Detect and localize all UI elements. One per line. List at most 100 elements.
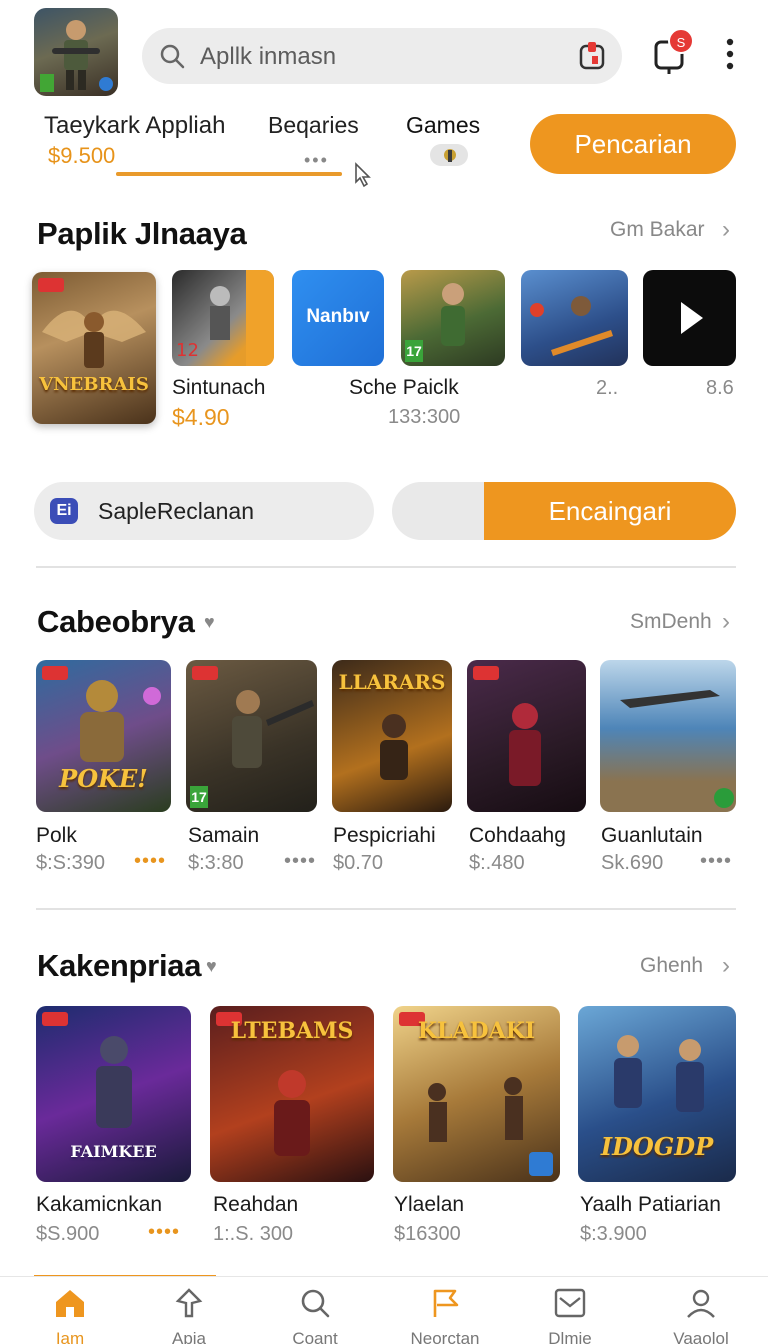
item-name: Polk [36,824,77,847]
game-tile[interactable] [521,270,628,366]
item-price: $:S:390 [36,852,105,874]
see-all-link[interactable]: Ghenh [640,954,703,978]
nav-item-profile[interactable]: Vaaolol [646,1287,756,1344]
app-store-icon[interactable] [578,40,608,77]
explore-button[interactable]: Encaingari [392,482,736,540]
item-price: $:.480 [469,852,525,874]
more-dots[interactable]: •••• [284,850,316,873]
section-title: Kakenpriaa [37,948,202,983]
nav-label: Coant [292,1329,338,1344]
progress-fill [116,172,342,176]
tile-title: FAIMKEE [70,1142,157,1161]
item-price: 1:.S. 300 [213,1223,294,1245]
nav-item-home[interactable]: Iam [15,1287,125,1344]
section-title: Paplik Jlnaaya [37,216,247,251]
item-price: 8.6 [706,377,734,399]
game-tile[interactable]: LTEBAMS [210,1006,374,1182]
heart-icon[interactable]: ♥ [204,612,215,633]
nav-label: Neorctan [410,1329,480,1344]
more-dots: ••• [304,150,329,170]
item-name: Pespicriahi [333,824,436,847]
item-price: $:3:80 [188,852,244,874]
game-tile[interactable] [600,660,736,812]
game-tile[interactable]: KLADAKI [393,1006,560,1182]
divider [36,566,736,568]
profile-icon [646,1287,756,1319]
game-tile[interactable]: FAIMKEE [36,1006,191,1182]
search-icon [260,1287,370,1319]
item-name: Kakamicnkan [36,1193,163,1216]
tile-title: Nanbıv [306,306,370,327]
game-tile[interactable]: POKE! [36,660,171,812]
featured-game-tile[interactable]: VNEBRAIS [32,272,156,424]
bottom-navigation: Iam Apia Coant Neorctan Dlmie Vaaolol [0,1276,768,1344]
game-tile[interactable]: IDOGDP [578,1006,736,1182]
chevron-right-icon[interactable]: › [722,608,730,636]
tab-categories[interactable]: Beqaries [268,112,359,139]
see-all-link[interactable]: Gm Bakar [610,218,705,242]
nav-item-flag[interactable]: Neorctan [390,1287,500,1344]
nav-label: Iam [55,1329,85,1344]
tile-title: IDOGDP [600,1132,714,1161]
heart-icon[interactable]: ♥ [206,956,217,977]
age-rating-badge: 17 [190,786,208,808]
nav-item-search[interactable]: Coant [260,1287,370,1344]
app-title: Taeykark Appliah [44,112,226,139]
search-button[interactable]: Pencarian [530,114,736,174]
explore-button-label: Encaingari [548,496,672,526]
item-name: Sche Paiclk [349,376,459,399]
pointer-icon [348,160,378,195]
age-rating-badge: 17 [405,340,423,362]
game-tile[interactable]: 17 [401,270,505,366]
search-icon [158,42,186,75]
item-price: Sk.690 [601,852,664,874]
nav-label: Vaaolol [673,1329,729,1344]
section-title: Cabeobrya [37,604,195,639]
more-dots[interactable]: •••• [700,850,732,873]
item-name: Samain [188,824,260,847]
game-tile[interactable] [467,660,586,812]
game-tile[interactable]: 17 [186,660,317,812]
item-name: Guanlutain [601,824,703,847]
tab-games[interactable]: Games [406,112,480,139]
recommendation-pill[interactable]: Ei SapleReclanan [34,482,374,540]
game-tile[interactable]: 12 [172,270,274,366]
item-price: $16300 [394,1223,461,1245]
home-icon [15,1287,125,1319]
item-price: $0.70 [333,852,384,874]
nav-item-mail[interactable]: Dlmie [515,1287,625,1344]
tile-title: POKE! [59,764,148,793]
divider [36,908,736,910]
games-toggle[interactable] [430,144,468,166]
item-price: 133:300 [388,406,461,428]
more-options-icon[interactable] [722,38,738,72]
svg-text:12: 12 [176,340,199,361]
nav-item-apps[interactable]: Apia [134,1287,244,1344]
see-all-link[interactable]: SmDenh [630,610,712,634]
item-price: 2.. [596,377,619,399]
item-name: Yaalh Patiarian [580,1193,721,1216]
more-dots[interactable]: •••• [134,850,166,873]
game-tile[interactable]: Nanbıv [292,270,384,366]
app-icon[interactable] [34,8,118,96]
chevron-right-icon[interactable]: › [722,216,730,244]
item-price: $:3.900 [580,1223,647,1245]
app-logo-icon: Ei [50,498,78,524]
game-tile[interactable]: LLARARS [332,660,452,812]
item-price: $4.90 [172,404,230,430]
chevron-right-icon[interactable]: › [722,952,730,980]
search-input[interactable]: Apllk inmasn [142,28,622,84]
app-price: $9.500 [48,143,116,168]
item-name: Cohdaahg [469,824,566,847]
item-name: Sintunach [172,376,266,399]
video-tile[interactable] [643,270,736,366]
recommendation-label: SapleReclanan [98,498,255,524]
pin-icon [134,1287,244,1319]
more-dots[interactable]: •••• [148,1221,180,1244]
notification-badge: S [668,28,694,54]
item-price: $S.900 [36,1223,100,1245]
flag-icon [390,1287,500,1319]
item-name: Reahdan [213,1193,299,1216]
item-name: Ylaelan [394,1193,465,1216]
nav-label: Dlmie [548,1329,592,1344]
